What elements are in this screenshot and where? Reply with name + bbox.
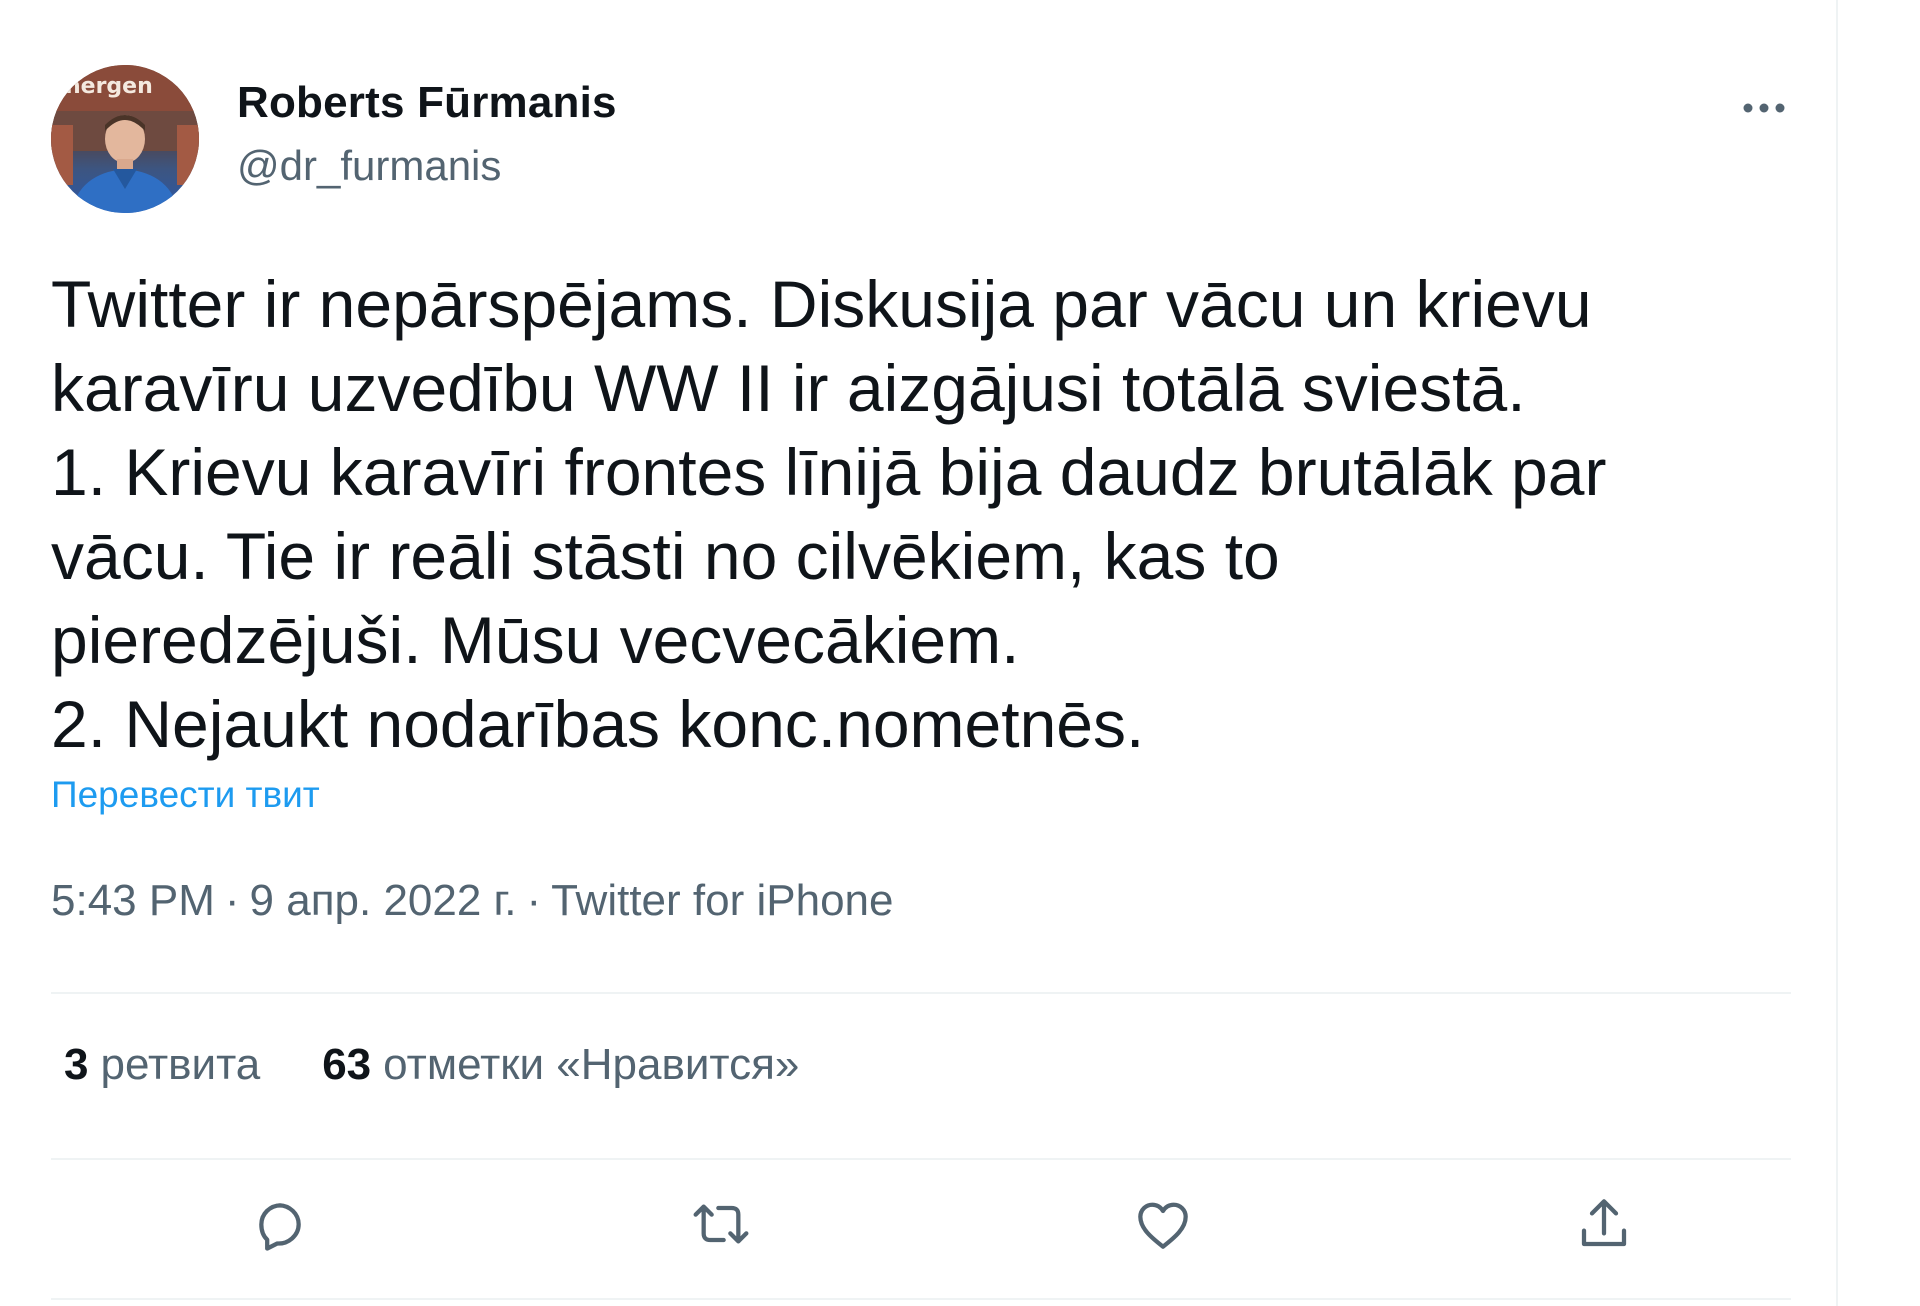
tweet-date[interactable]: 9 апр. 2022 г. xyxy=(250,876,517,925)
meta-separator: · xyxy=(526,876,542,925)
divider xyxy=(51,992,1791,994)
more-options-button[interactable] xyxy=(1738,82,1790,134)
tweet-actions xyxy=(51,1186,1791,1262)
share-icon xyxy=(1581,1199,1627,1247)
retweets-stat[interactable]: 3 ретвита xyxy=(64,1040,260,1090)
tweet-card: nergen Roberts Fūrmanis @dr_furmanis Twi… xyxy=(0,0,1838,1306)
like-button[interactable] xyxy=(1125,1186,1201,1262)
tweet-source[interactable]: Twitter for iPhone xyxy=(551,876,893,925)
author-handle[interactable]: @dr_furmanis xyxy=(237,142,501,190)
retweet-icon xyxy=(693,1204,749,1244)
divider xyxy=(51,1158,1791,1160)
more-horizontal-icon xyxy=(1743,103,1785,113)
tweet-stats: 3 ретвита 63 отметки «Нравится» xyxy=(64,1040,861,1090)
reply-button[interactable] xyxy=(242,1186,318,1262)
divider xyxy=(51,1298,1791,1300)
reply-icon xyxy=(259,1203,301,1251)
likes-stat[interactable]: 63 отметки «Нравится» xyxy=(322,1040,799,1090)
meta-separator: · xyxy=(224,876,240,925)
tweet-meta: 5:43 PM · 9 апр. 2022 г. · Twitter for iPhon… xyxy=(51,876,893,926)
author-name[interactable]: Roberts Fūrmanis xyxy=(237,78,617,128)
likes-label: отметки «Нравится» xyxy=(383,1040,800,1089)
share-button[interactable] xyxy=(1566,1186,1642,1262)
translate-tweet-link[interactable]: Перевести твит xyxy=(51,774,320,816)
retweet-button[interactable] xyxy=(683,1186,759,1262)
avatar-image: nergen xyxy=(51,65,199,213)
tweet-text: Twitter ir nepārspējams. Diskusija par v… xyxy=(51,267,1607,761)
retweets-count: 3 xyxy=(64,1040,89,1089)
retweets-label: ретвита xyxy=(100,1040,261,1089)
heart-icon xyxy=(1138,1202,1188,1249)
likes-count: 63 xyxy=(322,1040,372,1089)
tweet-time[interactable]: 5:43 PM xyxy=(51,876,215,925)
avatar-sign-text: nergen xyxy=(65,74,153,99)
avatar[interactable]: nergen xyxy=(51,65,199,213)
